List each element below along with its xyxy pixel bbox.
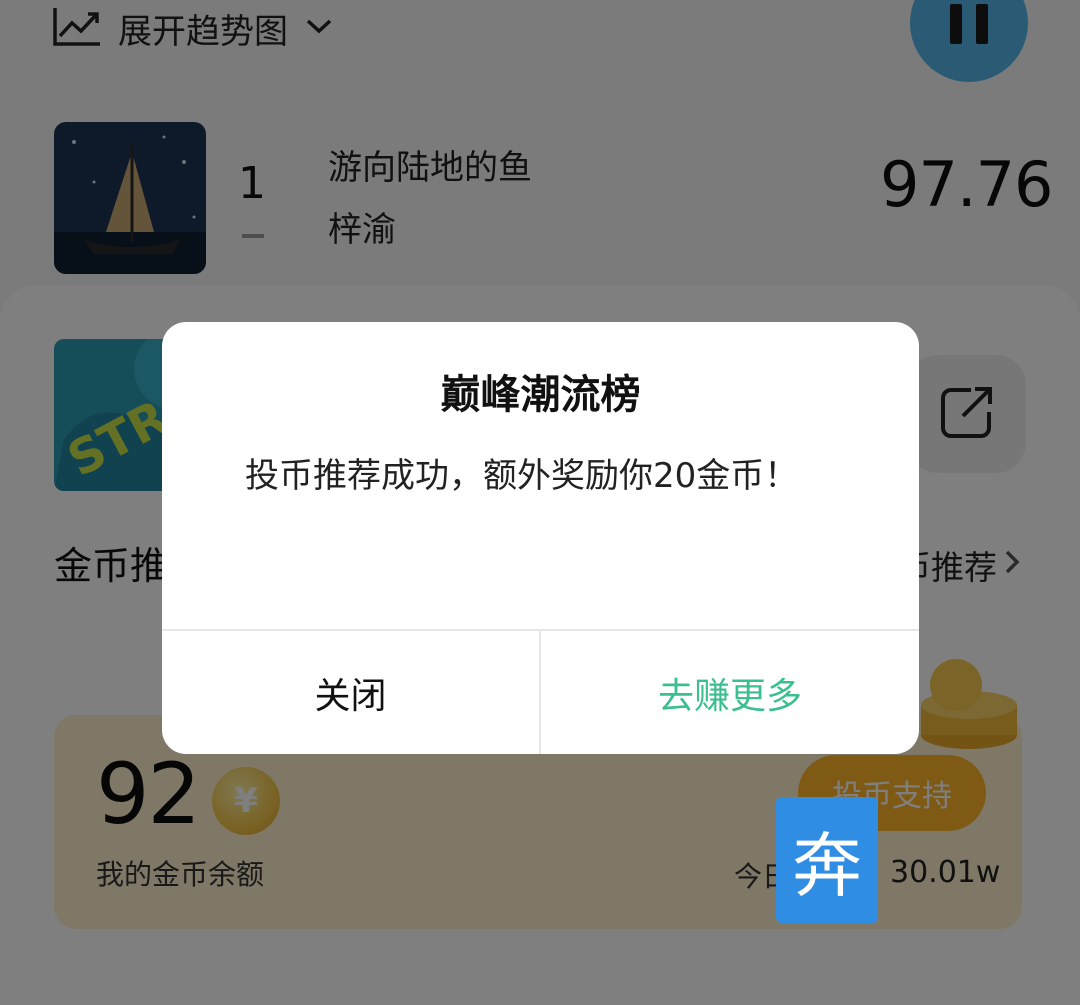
dialog-title: 巅峰潮流榜 — [440, 372, 641, 418]
dialog-message: 投币推荐成功，额外奖励你20金币！ — [245, 456, 799, 496]
floating-app-badge[interactable]: 奔 — [776, 797, 878, 923]
earn-more-button[interactable]: 去赚更多 — [541, 631, 919, 754]
close-button[interactable]: 关闭 — [162, 631, 539, 754]
success-dialog: 巅峰潮流榜 投币推荐成功，额外奖励你20金币！ 关闭 去赚更多 — [162, 322, 919, 754]
